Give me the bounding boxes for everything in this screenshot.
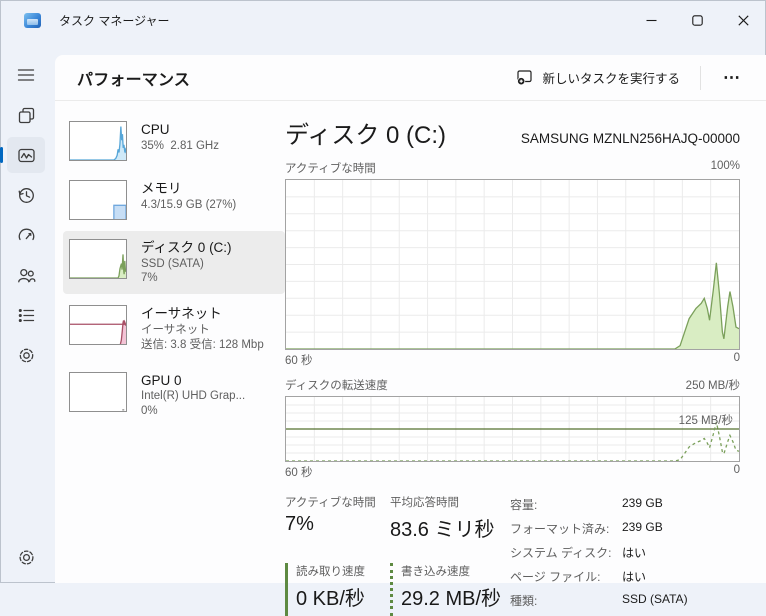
minimize-button[interactable]: [628, 0, 674, 40]
app-history-icon: [16, 185, 37, 206]
prop-system-disk: システム ディスク: はい: [510, 544, 740, 561]
perf-item-detail: 4.3/15.9 GB (27%): [141, 198, 236, 213]
stat-read-speed: 読み取り速度 0 KB/秒: [285, 563, 390, 616]
close-icon: [738, 15, 749, 26]
prop-type: 種類: SSD (SATA): [510, 592, 740, 609]
chart1-label: アクティブな時間: [285, 160, 376, 176]
sidebar-item-app-history[interactable]: [7, 177, 45, 213]
navigation-menu-button[interactable]: [7, 57, 45, 93]
disk-detail-panel: ディスク 0 (C:) SAMSUNG MZNLN256HAJQ-00000 ア…: [285, 113, 740, 616]
more-options-button[interactable]: ⋯: [711, 64, 752, 92]
perf-item-title: ディスク 0 (C:): [141, 239, 232, 257]
header-divider: [700, 66, 701, 90]
task-manager-app-icon: [24, 13, 41, 28]
settings-gear-icon: [16, 547, 37, 568]
chart2-x-right: 0: [734, 464, 740, 480]
chart1-x-right: 0: [734, 352, 740, 368]
perf-item-detail: 35% 2.81 GHz: [141, 139, 219, 154]
sidebar-item-performance[interactable]: [7, 137, 45, 173]
run-new-task-label: 新しいタスクを実行する: [542, 68, 680, 87]
window-title: タスク マネージャー: [59, 12, 170, 29]
performance-list: CPU 35% 2.81 GHz メモリ 4.3/15.9 GB (27%) デ…: [63, 113, 285, 616]
chart1-max-label: 100%: [711, 160, 740, 176]
sidebar-item-services[interactable]: [7, 337, 45, 373]
stat-active-time: アクティブな時間 7%: [285, 494, 390, 548]
prop-capacity: 容量: 239 GB: [510, 496, 740, 513]
disk-stats: アクティブな時間 7% 平均応答時間 83.6 ミリ秒 読み取り速度 0 KB/…: [285, 494, 740, 616]
new-task-icon: [516, 69, 533, 86]
maximize-button[interactable]: [674, 0, 720, 40]
perf-item-disk0[interactable]: ディスク 0 (C:) SSD (SATA) 7%: [63, 231, 285, 294]
sidebar-item-processes[interactable]: [7, 97, 45, 133]
run-new-task-button[interactable]: 新しいタスクを実行する: [506, 61, 690, 94]
perf-item-detail: イーサネット: [141, 323, 264, 338]
perf-item-title: GPU 0: [141, 372, 245, 390]
startup-apps-icon: [16, 225, 37, 246]
page-title: パフォーマンス: [77, 66, 190, 90]
disk-sparkline: [69, 239, 127, 279]
sidebar: [0, 40, 55, 583]
perf-item-memory[interactable]: メモリ 4.3/15.9 GB (27%): [63, 172, 285, 228]
ethernet-sparkline: [69, 305, 127, 345]
stat-avg-response-time: 平均応答時間 83.6 ミリ秒: [390, 494, 510, 548]
sidebar-item-users[interactable]: [7, 257, 45, 293]
memory-sparkline: [69, 180, 127, 220]
prop-formatted: フォーマット済み: 239 GB: [510, 520, 740, 537]
services-icon: [16, 345, 37, 366]
perf-item-detail: 7%: [141, 271, 232, 286]
perf-item-detail: Intel(R) UHD Grap...: [141, 389, 245, 404]
sidebar-item-startup-apps[interactable]: [7, 217, 45, 253]
titlebar: タスク マネージャー: [0, 0, 766, 40]
minimize-icon: [646, 15, 657, 26]
users-icon: [16, 265, 37, 286]
perf-item-ethernet[interactable]: イーサネット イーサネット 送信: 3.8 受信: 128 Mbp: [63, 297, 285, 360]
cpu-sparkline: [69, 121, 127, 161]
performance-icon: [16, 145, 37, 166]
chart2-x-left: 60 秒: [285, 464, 313, 480]
perf-item-detail: 0%: [141, 404, 245, 419]
chart2-mid-label: 125 MB/秒: [679, 412, 733, 428]
chart1-x-left: 60 秒: [285, 352, 313, 368]
stat-write-speed: 書き込み速度 29.2 MB/秒: [390, 563, 510, 616]
window-controls: [628, 0, 766, 40]
perf-item-title: イーサネット: [141, 305, 264, 323]
main-panel: パフォーマンス 新しいタスクを実行する ⋯ CPU: [55, 55, 766, 583]
task-manager-window: { "window": { "title": "タスク マネージャー" }, "…: [0, 0, 766, 583]
close-button[interactable]: [720, 0, 766, 40]
perf-item-cpu[interactable]: CPU 35% 2.81 GHz: [63, 113, 285, 169]
hamburger-menu-icon: [16, 65, 36, 85]
page-header: パフォーマンス 新しいタスクを実行する ⋯: [55, 55, 766, 101]
gpu-sparkline: [69, 372, 127, 412]
device-model: SAMSUNG MZNLN256HAJQ-00000: [521, 131, 740, 146]
chart2-max-label: 250 MB/秒: [686, 377, 740, 393]
perf-item-title: CPU: [141, 121, 219, 139]
transfer-rate-chart[interactable]: 125 MB/秒: [285, 396, 740, 462]
processes-icon: [16, 105, 37, 126]
chart2-label: ディスクの転送速度: [285, 377, 388, 393]
detail-title: ディスク 0 (C:): [285, 115, 446, 150]
maximize-icon: [692, 15, 703, 26]
sidebar-item-settings[interactable]: [7, 539, 45, 575]
perf-item-detail: 送信: 3.8 受信: 128 Mbp: [141, 338, 264, 353]
details-icon: [16, 305, 37, 326]
disk-properties: 容量: 239 GB フォーマット済み: 239 GB システム ディスク: は…: [510, 494, 740, 616]
active-time-chart[interactable]: [285, 179, 740, 350]
perf-item-detail: SSD (SATA): [141, 257, 232, 272]
selected-accent-pill: [0, 147, 3, 163]
sidebar-item-details[interactable]: [7, 297, 45, 333]
perf-item-title: メモリ: [141, 180, 236, 198]
perf-item-gpu0[interactable]: GPU 0 Intel(R) UHD Grap... 0%: [63, 364, 285, 427]
prop-page-file: ページ ファイル: はい: [510, 568, 740, 585]
performance-content: CPU 35% 2.81 GHz メモリ 4.3/15.9 GB (27%) デ…: [55, 101, 766, 616]
